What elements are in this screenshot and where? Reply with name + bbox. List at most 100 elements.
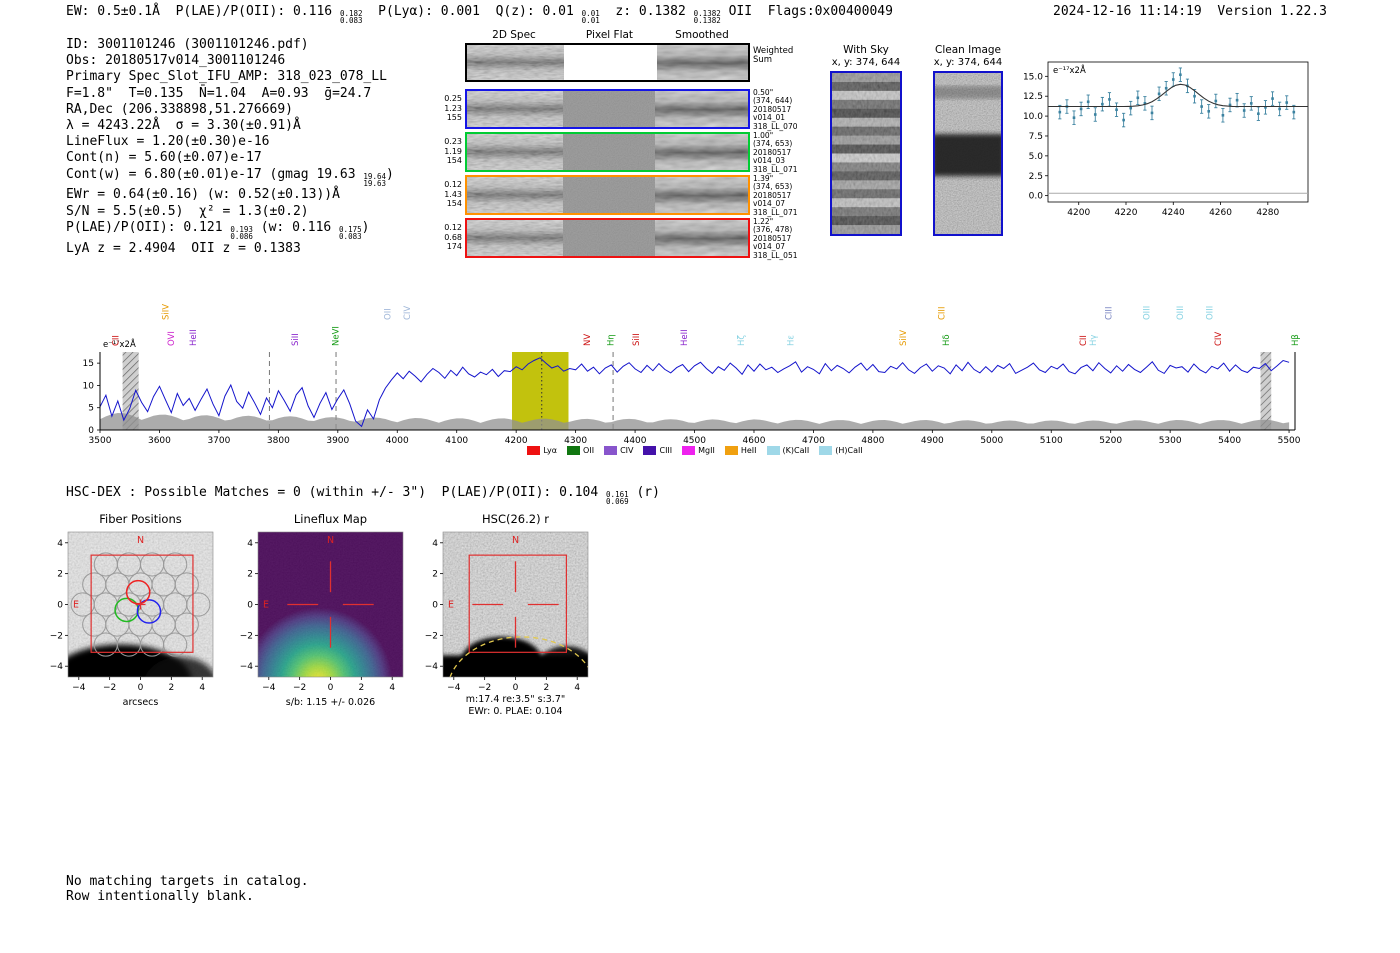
pixel-flat-image — [563, 134, 655, 170]
svg-text:4: 4 — [574, 683, 580, 693]
texture-image — [655, 91, 748, 127]
info-line-1: ID: 3001101246 (3001101246.pdf) — [66, 37, 394, 53]
spec2d-image — [467, 220, 563, 256]
svg-text:4: 4 — [247, 539, 253, 549]
svg-text:−2: −2 — [240, 631, 253, 641]
svg-text:−2: −2 — [425, 631, 438, 641]
legend-label: CIV — [620, 446, 633, 455]
svg-text:0: 0 — [328, 683, 334, 693]
legend-label: MgII — [698, 446, 715, 455]
info-line-2: Obs: 20180517v014_3001101246 — [66, 53, 394, 69]
svg-text:2: 2 — [358, 683, 364, 693]
svg-text:4400: 4400 — [624, 436, 647, 446]
svg-text:−4: −4 — [72, 683, 86, 693]
spec2d-row-right-labels: 1.00"(374, 653)20180517v014_03318_LL_071 — [753, 132, 801, 174]
svg-text:−4: −4 — [240, 662, 254, 672]
spec2d-row-1 — [465, 89, 750, 129]
texture-image — [563, 134, 655, 170]
with-sky-coords: x, y: 374, 644 — [828, 57, 904, 68]
info-line-13: LyA z = 2.4904 OII z = 0.1383 — [66, 241, 394, 257]
svg-text:3800: 3800 — [267, 436, 290, 446]
legend-swatch — [819, 446, 832, 455]
svg-text:E: E — [448, 600, 454, 611]
svg-text:CIV: CIV — [403, 306, 413, 320]
svg-text:3900: 3900 — [326, 436, 349, 446]
smoothed-image — [655, 177, 748, 213]
info-block: ID: 3001101246 (3001101246.pdf)Obs: 2018… — [66, 37, 394, 257]
svg-text:E: E — [73, 600, 79, 611]
svg-text:2.5: 2.5 — [1029, 172, 1043, 182]
texture-image — [832, 73, 900, 234]
with-sky-title: With Sky — [828, 44, 904, 56]
svg-text:SiII: SiII — [632, 333, 642, 346]
svg-text:0: 0 — [57, 601, 63, 611]
svg-text:2: 2 — [247, 570, 253, 580]
texture-image — [563, 220, 655, 256]
svg-text:Hη: Hη — [606, 334, 616, 346]
svg-text:0: 0 — [138, 683, 144, 693]
spec2d-row-2 — [465, 132, 750, 172]
hsc-caption-morphology: m:17.4 re:3.5" s:3.7" — [443, 694, 588, 705]
clean-image-title: Clean Image — [930, 44, 1006, 56]
legend-swatch — [643, 446, 656, 455]
svg-text:OII: OII — [383, 308, 393, 320]
info-line-11: S/N = 5.5(±0.5) χ² = 1.3(±0.2) — [66, 204, 394, 220]
texture-image — [655, 220, 748, 256]
svg-text:4280: 4280 — [1256, 208, 1279, 218]
legend-item: CIV — [604, 446, 633, 455]
stacked-value: 0.1610.069 — [606, 491, 629, 506]
spec2d-row-right-labels: 1.39"(374, 653)20180517v014_07318_LL_071 — [753, 175, 801, 217]
svg-text:OIII: OIII — [1143, 306, 1153, 320]
svg-text:4: 4 — [432, 539, 438, 549]
spec2d-image — [467, 177, 563, 213]
clean-image — [933, 71, 1003, 236]
svg-text:4: 4 — [57, 539, 63, 549]
legend-swatch — [682, 446, 695, 455]
svg-text:2: 2 — [432, 570, 438, 580]
svg-text:OIII: OIII — [1206, 306, 1216, 320]
stacked-value: 0.1820.083 — [340, 10, 363, 25]
with-sky-image — [830, 71, 902, 236]
texture-image — [467, 91, 563, 127]
svg-text:CIII: CIII — [937, 307, 947, 320]
spec2d-row-left-labels: 0.120.68174 — [434, 223, 462, 252]
legend-label: Lyα — [543, 446, 557, 455]
svg-text:Hγ: Hγ — [1089, 335, 1099, 346]
svg-text:Hε: Hε — [786, 335, 796, 346]
weighted-blank-cell — [564, 45, 657, 80]
spec2d-row-left-labels: 0.121.43154 — [434, 180, 462, 209]
svg-text:10.0: 10.0 — [1023, 112, 1043, 122]
header-summary: EW: 0.5±0.1Å P(LAE)/P(OII): 0.116 0.1820… — [66, 4, 893, 25]
svg-text:e⁻¹⁷x2Å: e⁻¹⁷x2Å — [1053, 64, 1086, 76]
svg-text:0: 0 — [88, 426, 94, 436]
svg-text:4260: 4260 — [1209, 208, 1232, 218]
spec2d-image — [467, 91, 563, 127]
svg-text:4220: 4220 — [1115, 208, 1138, 218]
texture-image — [657, 45, 748, 80]
legend-item: MgII — [682, 446, 715, 455]
svg-text:HeII: HeII — [189, 329, 199, 346]
svg-text:15.0: 15.0 — [1023, 72, 1043, 82]
info-line-8: Cont(n) = 5.60(±0.07)e-17 — [66, 150, 394, 166]
svg-text:HeII: HeII — [680, 329, 690, 346]
svg-text:0: 0 — [247, 601, 253, 611]
svg-text:−4: −4 — [447, 683, 461, 693]
spectrum-legend: LyαOIICIVCIIIMgIIHeII(K)CaII(H)CaII — [445, 446, 945, 455]
info-line-7: LineFlux = 1.20(±0.30)e-16 — [66, 134, 394, 150]
info-line-12: P(LAE)/P(OII): 0.121 0.1930.086 (w: 0.11… — [66, 220, 394, 241]
texture-image — [467, 177, 563, 213]
legend-swatch — [725, 446, 738, 455]
header-datetime-version: 2024-12-16 11:14:19 Version 1.22.3 — [1053, 4, 1327, 20]
svg-text:4900: 4900 — [921, 436, 944, 446]
svg-text:CII: CII — [112, 335, 122, 346]
svg-text:4200: 4200 — [1067, 208, 1090, 218]
svg-text:5500: 5500 — [1278, 436, 1301, 446]
svg-text:0: 0 — [513, 683, 519, 693]
legend-item: Lyα — [527, 446, 557, 455]
svg-text:5200: 5200 — [1099, 436, 1122, 446]
svg-text:10: 10 — [83, 381, 95, 391]
svg-text:4300: 4300 — [564, 436, 587, 446]
stacked-value: 0.1930.086 — [230, 226, 253, 241]
spec2d-col-header-2dspec: 2D Spec — [465, 29, 563, 41]
svg-text:−4: −4 — [50, 662, 64, 672]
